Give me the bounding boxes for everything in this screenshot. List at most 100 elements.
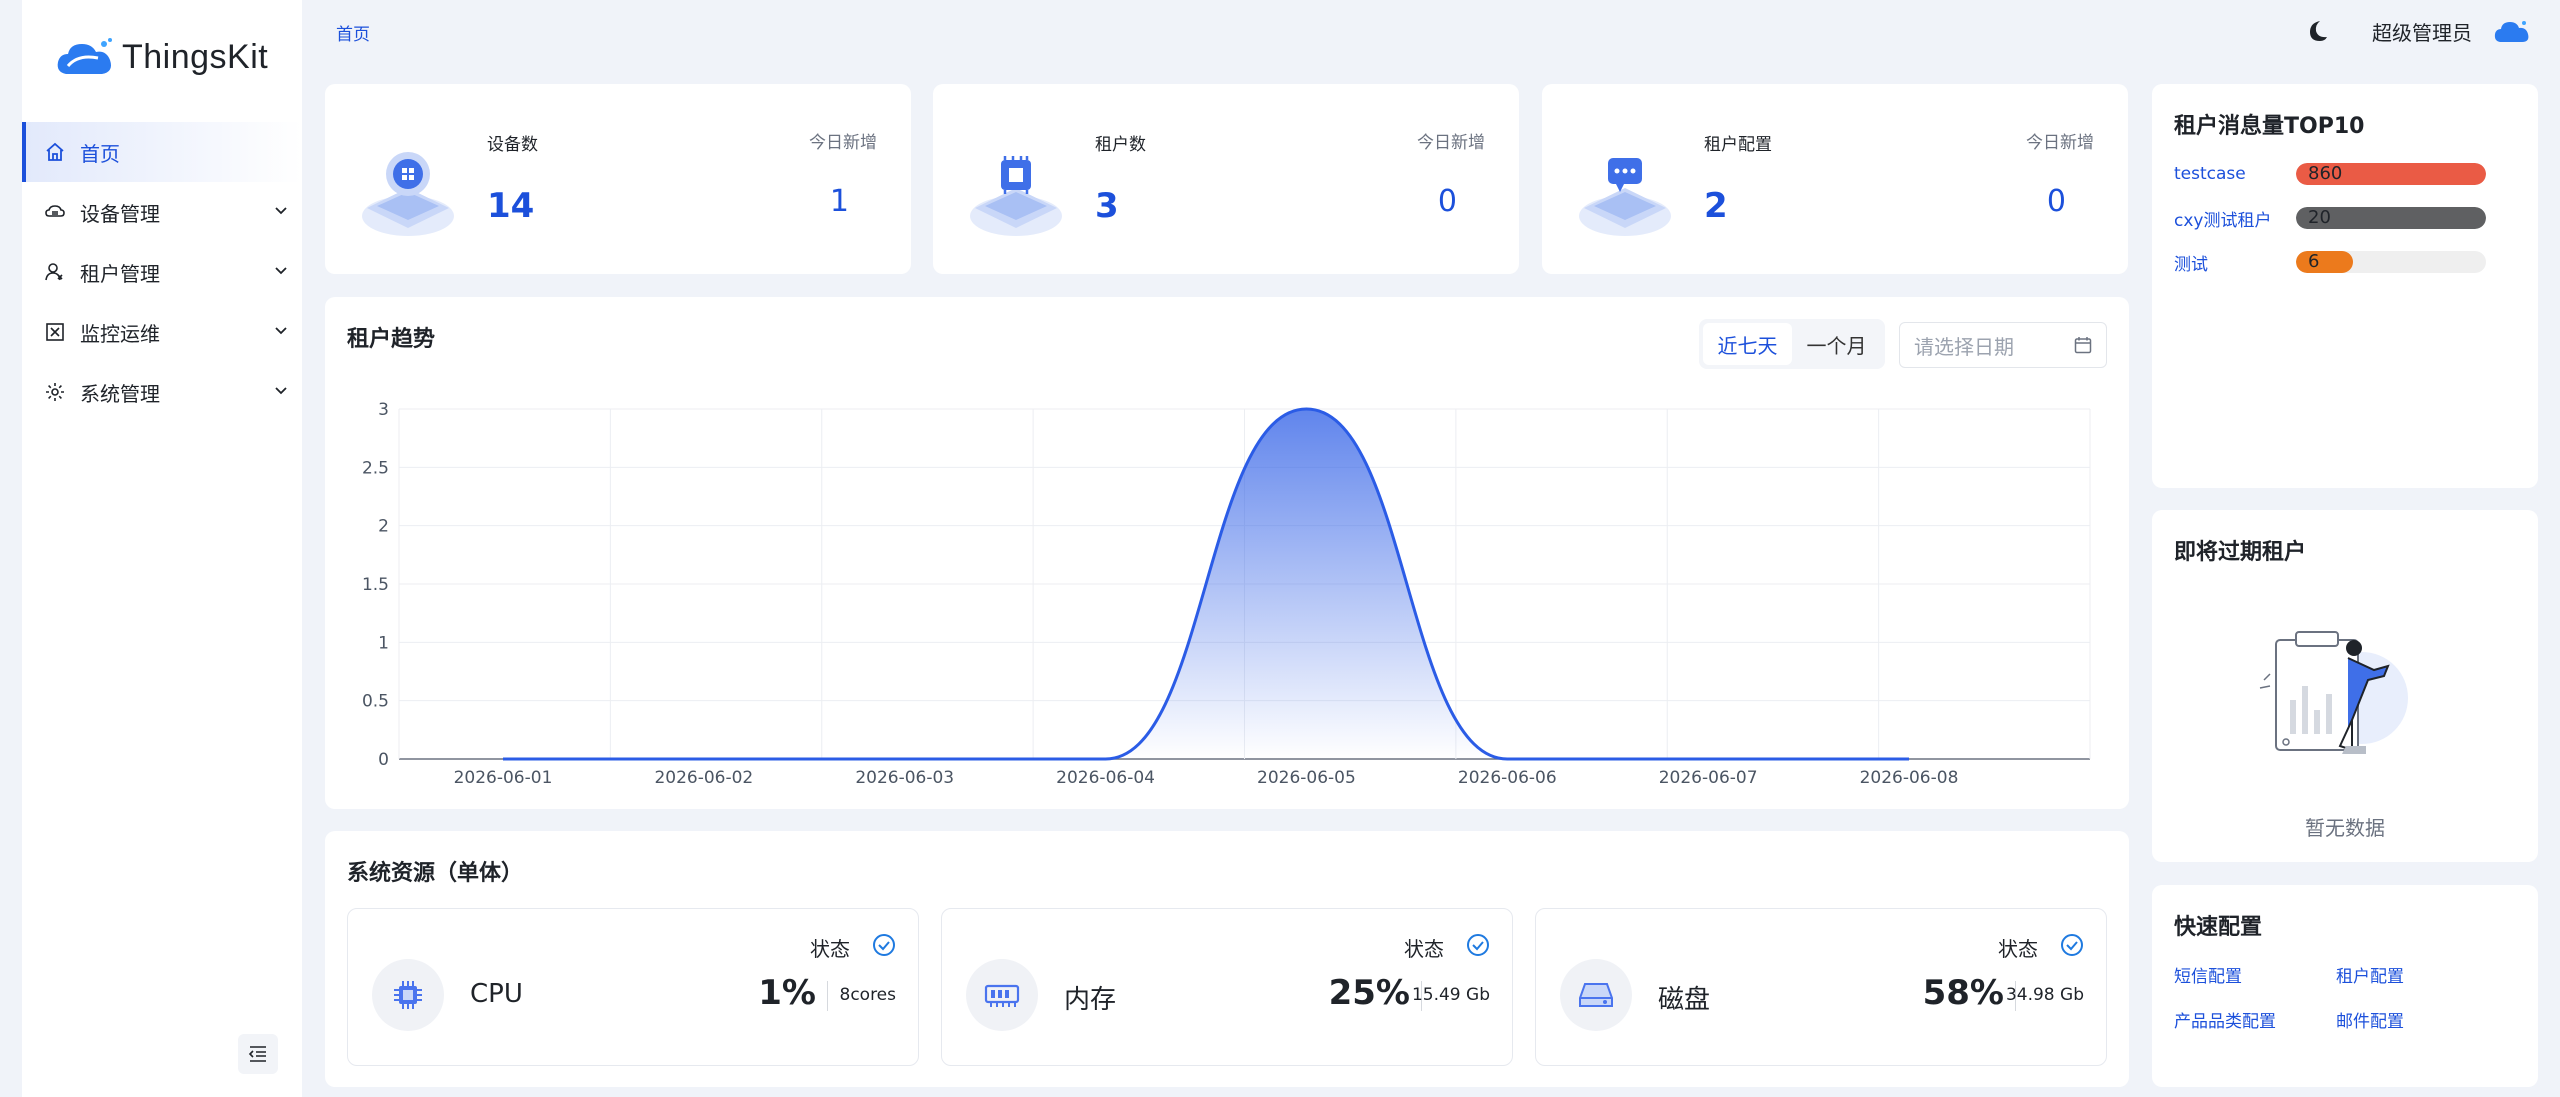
divider	[827, 981, 828, 1011]
breadcrumb[interactable]: 首页	[336, 20, 370, 45]
y-tick-label: 3	[378, 400, 389, 420]
y-tick-label: 1	[378, 633, 389, 653]
cloud-logo-icon	[57, 38, 112, 74]
x-tick-label: 2026-06-01	[454, 768, 553, 788]
stat-new-label: 今日新增	[1417, 133, 1485, 153]
x-tick-label: 2026-06-06	[1458, 768, 1557, 788]
top10-tenant-name: cxy测试租户	[2174, 210, 2272, 231]
gear-icon	[44, 381, 66, 403]
y-tick-label: 2	[378, 517, 389, 537]
sidebar-item-monitoring[interactable]: 监控运维	[22, 302, 302, 362]
check-circle-icon	[2061, 934, 2083, 956]
stat-value: 3	[1095, 186, 1119, 226]
empty-state-illustration	[2259, 631, 2408, 754]
disk-icon	[1560, 959, 1632, 1031]
quick-link-sms-config[interactable]: 短信配置	[2174, 962, 2242, 987]
chevron-down-icon	[275, 387, 287, 395]
app-logo[interactable]: ThingsKit	[56, 36, 268, 78]
stat-card-devices: 设备数 14 今日新增 1	[325, 84, 911, 274]
dark-mode-toggle-icon[interactable]	[2306, 19, 2328, 43]
top10-row: testcase 860	[2174, 162, 2486, 186]
resource-detail: 34.98 Gb	[2005, 985, 2084, 1005]
stat-value: 2	[1704, 186, 1728, 226]
tenant-icon	[970, 156, 1062, 236]
chevron-down-icon	[275, 327, 287, 335]
sidebar-item-system-management[interactable]: 系统管理	[22, 362, 302, 422]
card-title: 即将过期租户	[2174, 540, 2307, 565]
home-icon	[44, 141, 66, 163]
resource-percent: 58%	[1922, 973, 2004, 1013]
app-name: ThingsKit	[122, 37, 269, 76]
tenant-trend-card: 租户趋势 近七天 一个月 请选择日期 0 0.5 1 1.5 2 2.5 3 2026-06…	[325, 297, 2129, 809]
y-tick-label: 0.5	[362, 692, 389, 712]
user-name[interactable]: 超级管理员	[2372, 17, 2472, 46]
stat-value: 14	[487, 186, 535, 226]
top10-bar-value: 20	[2308, 207, 2331, 228]
sidebar-item-label: 系统管理	[80, 381, 160, 406]
monitor-icon	[44, 321, 66, 343]
y-tick-label: 0	[378, 750, 389, 770]
resource-detail: 8cores	[839, 985, 897, 1005]
x-tick-label: 2026-06-05	[1257, 768, 1356, 788]
stat-card-tenant-config: 租户配置 2 今日新增 0	[1542, 84, 2128, 274]
memory-icon	[966, 959, 1038, 1031]
resource-name: 磁盘	[1658, 985, 1711, 1015]
x-tick-label: 2026-06-07	[1659, 768, 1758, 788]
sidebar-menu: 首页 设备管理 租户管理 监控运维 系统管理	[22, 122, 302, 422]
resource-disk: 磁盘 状态 58% 34.98 Gb	[1535, 908, 2107, 1066]
stat-card-tenants: 租户数 3 今日新增 0	[933, 84, 1519, 274]
resource-name: 内存	[1064, 985, 1117, 1015]
stat-new-value: 1	[829, 184, 849, 219]
quick-link-tenant-config[interactable]: 租户配置	[2336, 962, 2404, 987]
sidebar: ThingsKit 首页 设备管理 租户管理 监控运维 系统管理	[22, 0, 302, 1097]
quick-link-product-category-config[interactable]: 产品品类配置	[2174, 1007, 2276, 1032]
top10-bar-track: 860	[2296, 163, 2486, 185]
device-icon	[362, 152, 454, 236]
sidebar-item-tenant-management[interactable]: 租户管理	[22, 242, 302, 302]
card-title: 快速配置	[2174, 915, 2263, 940]
top10-row: 测试 6	[2174, 250, 2486, 275]
check-circle-icon	[873, 934, 895, 956]
resource-percent: 1%	[758, 973, 816, 1013]
chevron-down-icon	[275, 207, 287, 215]
sidebar-item-label: 首页	[80, 141, 120, 166]
stat-label: 租户配置	[1704, 135, 1772, 155]
chevron-down-icon	[275, 267, 287, 275]
tenant-trend-chart: 0 0.5 1 1.5 2 2.5 3 2026-06-01 2026-06-02 2026-0…	[362, 400, 2091, 788]
resource-status: 状态	[1998, 937, 2038, 961]
stat-label: 设备数	[487, 135, 538, 155]
tenant-message-top10-card: 租户消息量TOP10 testcase 860 cxy测试租户 20 测试 6	[2152, 84, 2538, 488]
user-manage-icon	[44, 261, 66, 283]
cpu-icon	[372, 959, 444, 1031]
stat-new-value: 0	[2046, 184, 2066, 219]
x-tick-label: 2026-06-02	[654, 768, 753, 788]
card-title: 系统资源（单体）	[347, 861, 524, 886]
cloud-device-icon	[44, 201, 66, 223]
resource-name: CPU	[470, 979, 523, 1009]
x-tick-label: 2026-06-04	[1056, 768, 1155, 788]
expiring-tenants-card: 即将过期租户 暂无数据	[2152, 510, 2538, 862]
sidebar-collapse-button[interactable]	[238, 1034, 278, 1074]
sidebar-item-label: 租户管理	[80, 261, 160, 286]
stat-new-label: 今日新增	[809, 133, 877, 153]
top10-bar-value: 860	[2308, 163, 2343, 184]
resource-percent: 25%	[1328, 973, 1410, 1013]
resource-detail: 15.49 Gb	[1411, 985, 1490, 1005]
top10-bar-track: 6	[2296, 251, 2486, 273]
stat-new-label: 今日新增	[2026, 133, 2094, 153]
sidebar-item-label: 监控运维	[80, 321, 160, 346]
y-tick-label: 2.5	[362, 458, 389, 478]
stat-label: 租户数	[1095, 135, 1146, 155]
sidebar-item-label: 设备管理	[80, 201, 160, 226]
quick-link-email-config[interactable]: 邮件配置	[2336, 1007, 2404, 1032]
y-tick-label: 1.5	[362, 575, 389, 595]
x-tick-label: 2026-06-08	[1860, 768, 1959, 788]
quick-config-card: 快速配置 短信配置 租户配置 产品品类配置 邮件配置	[2152, 885, 2538, 1087]
tenant-config-icon	[1579, 158, 1671, 236]
sidebar-item-device-management[interactable]: 设备管理	[22, 182, 302, 242]
card-title: 租户消息量TOP10	[2174, 114, 2365, 139]
header-actions: 超级管理员	[2306, 14, 2530, 48]
sidebar-item-home[interactable]: 首页	[22, 122, 302, 182]
menu-fold-icon	[248, 1046, 266, 1062]
user-avatar-icon[interactable]	[2494, 18, 2530, 44]
